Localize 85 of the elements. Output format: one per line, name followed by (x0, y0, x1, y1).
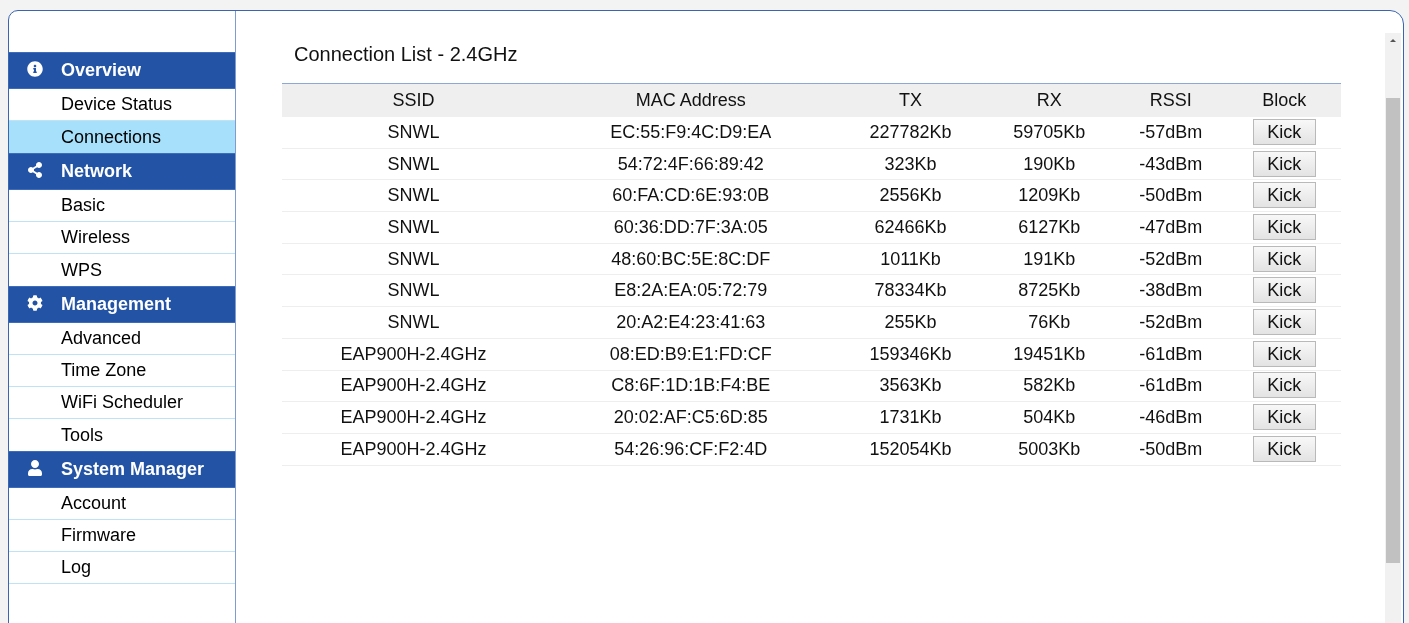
table-cell: -50dBm (1114, 433, 1228, 466)
user-icon (27, 459, 43, 476)
column-header: MAC Address (544, 83, 837, 117)
kick-button[interactable]: Kick (1252, 435, 1316, 462)
table-cell: 190Kb (984, 148, 1115, 180)
share-icon (27, 161, 43, 178)
table-cell: -57dBm (1114, 116, 1228, 149)
table-cell: 6127Kb (984, 211, 1115, 244)
table-cell: C8:6F:1D:1B:F4:BE (544, 370, 837, 402)
kick-button[interactable]: Kick (1252, 372, 1316, 399)
kick-button[interactable]: Kick (1252, 150, 1316, 177)
sidebar-item[interactable]: Connections (9, 121, 235, 153)
table-cell: SNWL (282, 274, 545, 307)
gear-icon (27, 294, 43, 311)
table-cell: 60:36:DD:7F:3A:05 (544, 211, 837, 244)
sidebar-section-header[interactable]: Management (9, 286, 235, 323)
kick-button[interactable]: Kick (1252, 118, 1316, 145)
info-icon (27, 60, 43, 77)
sidebar-section-header[interactable]: Overview (9, 52, 235, 89)
table-cell: 1011Kb (836, 243, 985, 275)
table-cell: 1731Kb (836, 401, 985, 434)
table-cell: 20:02:AF:C5:6D:85 (544, 401, 837, 434)
table-cell: SNWL (282, 211, 545, 244)
table-cell: 48:60:BC:5E:8C:DF (544, 243, 837, 275)
table-cell: -52dBm (1114, 306, 1228, 339)
table-cell: -50dBm (1114, 179, 1228, 212)
table-cell: EAP900H-2.4GHz (282, 338, 545, 370)
kick-button[interactable]: Kick (1252, 340, 1316, 367)
column-header: SSID (282, 83, 545, 117)
table-cell: -52dBm (1114, 243, 1228, 275)
kick-button[interactable]: Kick (1252, 213, 1316, 240)
kick-button[interactable]: Kick (1252, 308, 1316, 335)
table-cell: EAP900H-2.4GHz (282, 433, 545, 466)
table-cell: 8725Kb (984, 274, 1115, 307)
table-cell: 08:ED:B9:E1:FD:CF (544, 338, 837, 370)
table-cell: E8:2A:EA:05:72:79 (544, 274, 837, 307)
table-cell: -43dBm (1114, 148, 1228, 180)
table-cell: 20:A2:E4:23:41:63 (544, 306, 837, 339)
table-cell: 323Kb (836, 148, 985, 180)
column-header: RX (984, 83, 1115, 117)
sidebar-section-header[interactable]: System Manager (9, 451, 235, 488)
table-cell: SNWL (282, 306, 545, 339)
table-cell: 152054Kb (836, 433, 985, 466)
table-cell: EC:55:F9:4C:D9:EA (544, 116, 837, 149)
kick-button[interactable]: Kick (1252, 404, 1316, 431)
table-cell: 227782Kb (836, 116, 985, 149)
table-cell: 60:FA:CD:6E:93:0B (544, 179, 837, 212)
scroll-up-arrow-icon[interactable] (1390, 39, 1396, 42)
table-cell: -61dBm (1114, 370, 1228, 402)
table-cell: 504Kb (984, 401, 1115, 434)
table-cell: 1209Kb (984, 179, 1115, 212)
table-cell: SNWL (282, 179, 545, 212)
scrollbar[interactable] (1385, 33, 1401, 623)
table-cell: 582Kb (984, 370, 1115, 402)
column-header: Block (1227, 83, 1341, 117)
table-cell: 3563Kb (836, 370, 985, 402)
table-cell: -61dBm (1114, 338, 1228, 370)
table-cell: 54:26:96:CF:F2:4D (544, 433, 837, 466)
sidebar-section-header[interactable]: Network (9, 153, 235, 190)
table-cell: SNWL (282, 116, 545, 149)
column-header: RSSI (1114, 83, 1228, 117)
table-cell: 62466Kb (836, 211, 985, 244)
kick-button[interactable]: Kick (1252, 277, 1316, 304)
table-cell: EAP900H-2.4GHz (282, 401, 545, 434)
table-cell: SNWL (282, 243, 545, 275)
table-cell: -46dBm (1114, 401, 1228, 434)
table-cell: 54:72:4F:66:89:42 (544, 148, 837, 180)
column-header: TX (836, 83, 985, 117)
table-cell: -47dBm (1114, 211, 1228, 244)
table-cell: EAP900H-2.4GHz (282, 370, 545, 402)
table-cell: 19451Kb (984, 338, 1115, 370)
table-cell: SNWL (282, 148, 545, 180)
table-cell: 159346Kb (836, 338, 985, 370)
table-cell: 2556Kb (836, 179, 985, 212)
kick-button[interactable]: Kick (1252, 182, 1316, 209)
table-cell: 255Kb (836, 306, 985, 339)
table-cell: 78334Kb (836, 274, 985, 307)
table-cell: 5003Kb (984, 433, 1115, 466)
kick-button[interactable]: Kick (1252, 245, 1316, 272)
table-cell: 59705Kb (984, 116, 1115, 149)
scrollbar-thumb[interactable] (1386, 98, 1400, 563)
table-cell: 191Kb (984, 243, 1115, 275)
table-cell: 76Kb (984, 306, 1115, 339)
table-cell: -38dBm (1114, 274, 1228, 307)
page-title: Connection List - 2.4GHz (293, 42, 519, 67)
